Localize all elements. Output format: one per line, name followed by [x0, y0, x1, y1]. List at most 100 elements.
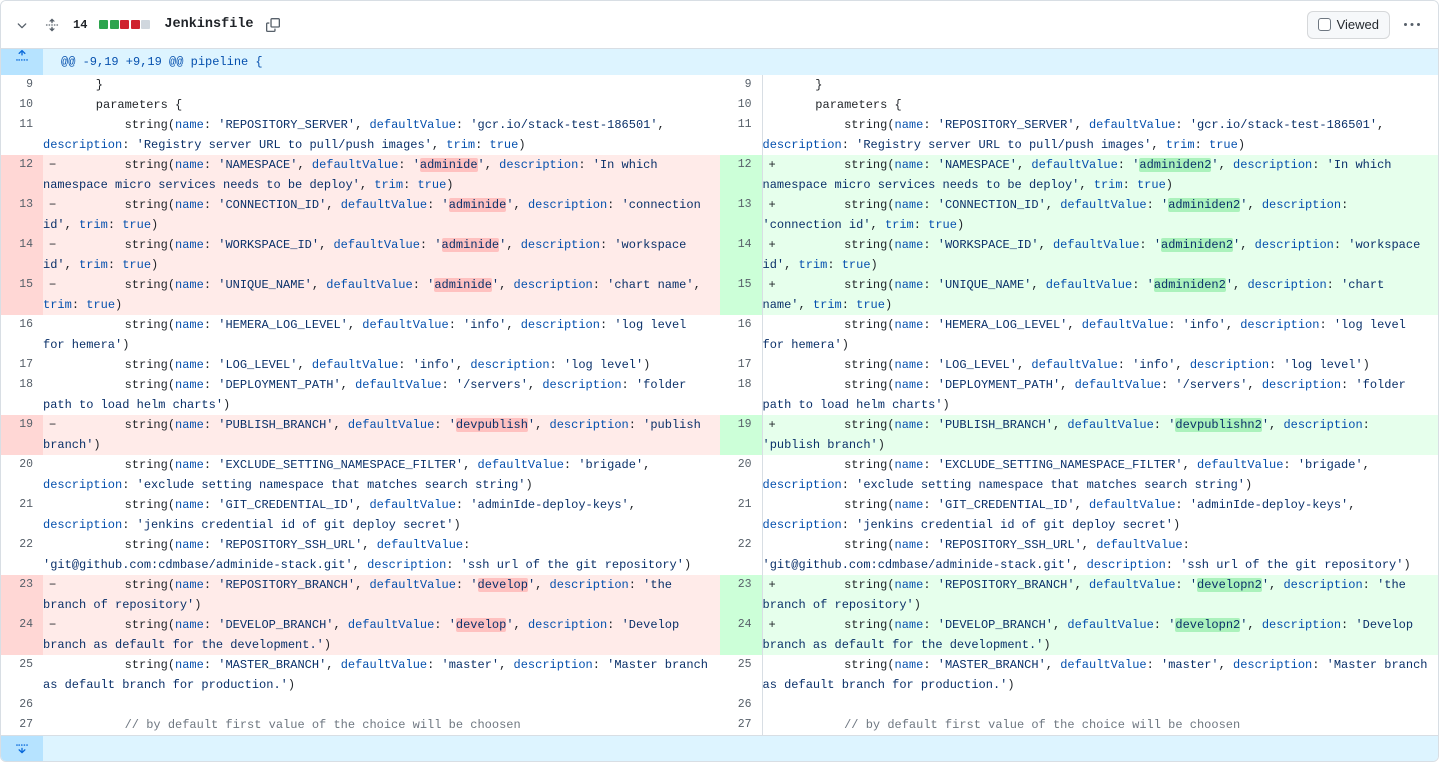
diff-code-left[interactable]: string(name: 'MASTER_BRANCH', defaultVal…: [43, 655, 720, 695]
line-number-right[interactable]: 9: [720, 75, 762, 95]
diff-marker: [49, 455, 67, 475]
diff-code-left[interactable]: string(name: 'EXCLUDE_SETTING_NAMESPACE_…: [43, 455, 720, 495]
line-number-right[interactable]: 27: [720, 715, 762, 735]
line-number-left[interactable]: 15: [1, 275, 43, 315]
diff-code-right[interactable]: + string(name: 'DEVELOP_BRANCH', default…: [761, 615, 1438, 655]
diff-code-left[interactable]: }: [43, 75, 720, 95]
diff-code-left[interactable]: string(name: 'REPOSITORY_SERVER', defaul…: [43, 115, 720, 155]
diff-code-left[interactable]: − string(name: 'PUBLISH_BRANCH', default…: [43, 415, 720, 455]
diff-code-right[interactable]: string(name: 'GIT_CREDENTIAL_ID', defaul…: [761, 495, 1438, 535]
diff-code-right[interactable]: + string(name: 'NAMESPACE', defaultValue…: [761, 155, 1438, 195]
code-token: ,: [1269, 578, 1284, 592]
code-token: string(: [67, 378, 176, 392]
diff-code-left[interactable]: string(name: 'GIT_CREDENTIAL_ID', defaul…: [43, 495, 720, 535]
diff-marker: −: [49, 238, 57, 252]
diff-code-right[interactable]: string(name: 'LOG_LEVEL', defaultValue: …: [761, 355, 1438, 375]
line-number-left[interactable]: 23: [1, 575, 43, 615]
line-number-left[interactable]: 27: [1, 715, 43, 735]
code-token: :: [455, 578, 471, 592]
line-number-left[interactable]: 10: [1, 95, 43, 115]
diff-code-right[interactable]: + string(name: 'REPOSITORY_BRANCH', defa…: [761, 575, 1438, 615]
diff-code-right[interactable]: string(name: 'EXCLUDE_SETTING_NAMESPACE_…: [761, 455, 1438, 495]
diff-code-right[interactable]: + string(name: 'CONNECTION_ID', defaultV…: [761, 195, 1438, 235]
line-number-left[interactable]: 16: [1, 315, 43, 355]
viewed-label: Viewed: [1336, 17, 1379, 32]
line-number-right[interactable]: 24: [720, 615, 762, 655]
code-token: 'jenkins credential id of git deploy sec…: [856, 518, 1173, 532]
viewed-checkbox[interactable]: [1317, 18, 1331, 31]
line-number-left[interactable]: 13: [1, 195, 43, 235]
code-token: 'gcr.io/stack-test-186501': [1189, 118, 1378, 132]
line-number-right[interactable]: 13: [720, 195, 762, 235]
code-token: string(: [786, 318, 895, 332]
line-number-left[interactable]: 12: [1, 155, 43, 195]
line-number-right[interactable]: 20: [720, 455, 762, 495]
code-token: :: [599, 318, 615, 332]
line-number-right[interactable]: 26: [720, 695, 762, 715]
line-number-right[interactable]: 25: [720, 655, 762, 695]
line-number-left[interactable]: 14: [1, 235, 43, 275]
diff-code-right[interactable]: string(name: 'HEMERA_LOG_LEVEL', default…: [761, 315, 1438, 355]
line-number-left[interactable]: 18: [1, 375, 43, 415]
line-number-right[interactable]: 11: [720, 115, 762, 155]
diff-code-right[interactable]: + string(name: 'UNIQUE_NAME', defaultVal…: [761, 275, 1438, 315]
line-number-right[interactable]: 18: [720, 375, 762, 415]
line-number-right[interactable]: 15: [720, 275, 762, 315]
diff-code-right[interactable]: string(name: 'REPOSITORY_SERVER', defaul…: [761, 115, 1438, 155]
line-number-left[interactable]: 17: [1, 355, 43, 375]
code-token: true: [1136, 178, 1166, 192]
diff-code-left[interactable]: − string(name: 'UNIQUE_NAME', defaultVal…: [43, 275, 720, 315]
code-token: ): [194, 598, 202, 612]
diff-code-left[interactable]: − string(name: 'DEVELOP_BRANCH', default…: [43, 615, 720, 655]
unfold-down-icon[interactable]: [1, 736, 43, 761]
diff-code-left[interactable]: [43, 695, 720, 715]
line-number-left[interactable]: 24: [1, 615, 43, 655]
diff-code-left[interactable]: string(name: 'HEMERA_LOG_LEVEL', default…: [43, 315, 720, 355]
diff-code-right[interactable]: string(name: 'MASTER_BRANCH', defaultVal…: [761, 655, 1438, 695]
line-number-right[interactable]: 16: [720, 315, 762, 355]
line-number-right[interactable]: 12: [720, 155, 762, 195]
line-number-right[interactable]: 17: [720, 355, 762, 375]
diff-code-left[interactable]: − string(name: 'NAMESPACE', defaultValue…: [43, 155, 720, 195]
diff-code-left[interactable]: // by default first value of the choice …: [43, 715, 720, 735]
line-number-left[interactable]: 20: [1, 455, 43, 495]
diff-code-right[interactable]: string(name: 'DEPLOYMENT_PATH', defaultV…: [761, 375, 1438, 415]
line-number-right[interactable]: 23: [720, 575, 762, 615]
code-token: :: [1161, 378, 1176, 392]
diff-code-right[interactable]: [761, 695, 1438, 715]
line-number-left[interactable]: 11: [1, 115, 43, 155]
line-number-right[interactable]: 14: [720, 235, 762, 275]
copy-icon[interactable]: [262, 14, 284, 36]
diff-code-right[interactable]: parameters {: [761, 95, 1438, 115]
diff-code-left[interactable]: string(name: 'LOG_LEVEL', defaultValue: …: [43, 355, 720, 375]
kebab-horizontal-icon[interactable]: [1398, 11, 1426, 39]
diff-code-right[interactable]: string(name: 'REPOSITORY_SSH_URL', defau…: [761, 535, 1438, 575]
line-number-right[interactable]: 21: [720, 495, 762, 535]
line-number-left[interactable]: 22: [1, 535, 43, 575]
diff-code-left[interactable]: − string(name: 'CONNECTION_ID', defaultV…: [43, 195, 720, 235]
viewed-toggle[interactable]: Viewed: [1306, 10, 1390, 39]
unfold-up-icon[interactable]: [1, 49, 43, 75]
line-number-right[interactable]: 22: [720, 535, 762, 575]
line-number-right[interactable]: 10: [720, 95, 762, 115]
code-token: defaultValue: [369, 498, 456, 512]
diff-code-right[interactable]: // by default first value of the choice …: [761, 715, 1438, 735]
code-token: :: [203, 318, 219, 332]
diff-code-left[interactable]: parameters {: [43, 95, 720, 115]
line-number-right[interactable]: 19: [720, 415, 762, 455]
line-number-left[interactable]: 26: [1, 695, 43, 715]
line-number-left[interactable]: 21: [1, 495, 43, 535]
diff-code-right[interactable]: }: [761, 75, 1438, 95]
line-number-left[interactable]: 9: [1, 75, 43, 95]
diff-code-left[interactable]: − string(name: 'WORKSPACE_ID', defaultVa…: [43, 235, 720, 275]
diff-code-right[interactable]: + string(name: 'WORKSPACE_ID', defaultVa…: [761, 235, 1438, 275]
chevron-down-icon[interactable]: [11, 14, 33, 36]
expand-down-bar: [1, 735, 1438, 761]
unfold-icon[interactable]: [41, 14, 63, 36]
line-number-left[interactable]: 19: [1, 415, 43, 455]
diff-code-left[interactable]: string(name: 'REPOSITORY_SSH_URL', defau…: [43, 535, 720, 575]
diff-code-left[interactable]: string(name: 'DEPLOYMENT_PATH', defaultV…: [43, 375, 720, 415]
diff-code-left[interactable]: − string(name: 'REPOSITORY_BRANCH', defa…: [43, 575, 720, 615]
diff-code-right[interactable]: + string(name: 'PUBLISH_BRANCH', default…: [761, 415, 1438, 455]
line-number-left[interactable]: 25: [1, 655, 43, 695]
